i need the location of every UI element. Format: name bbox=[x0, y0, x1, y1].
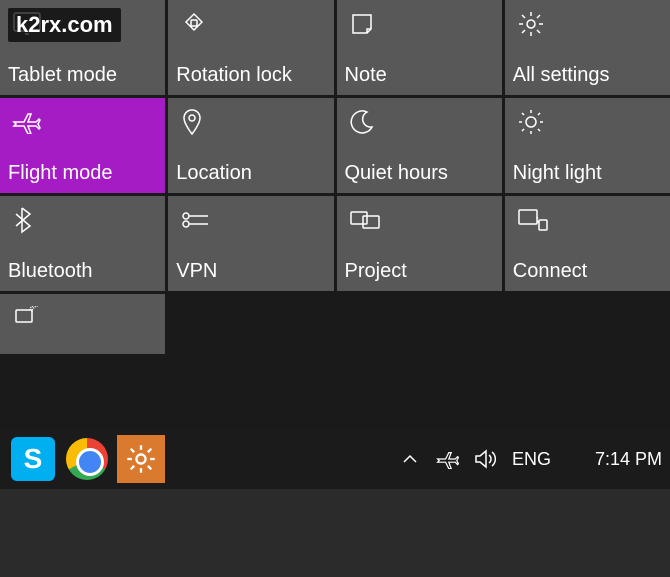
tile-label: All settings bbox=[513, 64, 662, 87]
taskbar-app-settings[interactable] bbox=[116, 434, 166, 484]
tile-night-light[interactable]: Night light bbox=[505, 98, 670, 193]
tray-chevron-up-icon[interactable] bbox=[398, 447, 422, 471]
taskbar-app-skype[interactable]: S bbox=[8, 434, 58, 484]
taskbar-app-chrome[interactable] bbox=[62, 434, 112, 484]
taskbar-apps: S bbox=[8, 434, 166, 484]
tile-connect[interactable]: Connect bbox=[505, 196, 670, 291]
action-center-panel: Tablet mode Rotation lock Note All setti… bbox=[0, 0, 670, 354]
tile-project[interactable]: Project bbox=[337, 196, 502, 291]
tile-label: Location bbox=[176, 162, 325, 185]
tile-location[interactable]: Location bbox=[168, 98, 333, 193]
network-icon bbox=[8, 302, 157, 334]
tile-bluetooth[interactable]: Bluetooth bbox=[0, 196, 165, 291]
tile-note[interactable]: Note bbox=[337, 0, 502, 95]
tile-label: Bluetooth bbox=[8, 260, 157, 283]
tile-network[interactable]: Network bbox=[0, 294, 165, 354]
watermark-badge: k2rx.com bbox=[8, 8, 121, 42]
tile-flight-mode[interactable]: Flight mode bbox=[0, 98, 165, 193]
rotation-lock-icon bbox=[176, 8, 325, 40]
tile-label: Project bbox=[345, 260, 494, 283]
tile-label: VPN bbox=[176, 260, 325, 283]
tile-label: Tablet mode bbox=[8, 64, 157, 87]
tile-label: Night light bbox=[513, 162, 662, 185]
tile-label: Rotation lock bbox=[176, 64, 325, 87]
gear-icon bbox=[513, 8, 662, 40]
sun-icon bbox=[513, 106, 662, 138]
note-icon bbox=[345, 8, 494, 40]
moon-icon bbox=[345, 106, 494, 138]
location-icon bbox=[176, 106, 325, 138]
vpn-icon bbox=[176, 204, 325, 236]
project-icon bbox=[345, 204, 494, 236]
taskbar: S ENG 7:14 PM bbox=[0, 429, 670, 489]
system-tray: ENG 7:14 PM bbox=[398, 447, 662, 471]
connect-icon bbox=[513, 204, 662, 236]
bluetooth-icon bbox=[8, 204, 157, 236]
tray-language[interactable]: ENG bbox=[512, 449, 551, 470]
airplane-icon bbox=[8, 106, 157, 138]
tray-airplane-icon[interactable] bbox=[436, 447, 460, 471]
tile-quiet-hours[interactable]: Quiet hours bbox=[337, 98, 502, 193]
tile-all-settings[interactable]: All settings bbox=[505, 0, 670, 95]
bottom-padding bbox=[0, 489, 670, 577]
tray-clock[interactable]: 7:14 PM bbox=[595, 449, 662, 470]
tile-label: Note bbox=[345, 64, 494, 87]
tile-vpn[interactable]: VPN bbox=[168, 196, 333, 291]
tile-label: Quiet hours bbox=[345, 162, 494, 185]
tile-label: Flight mode bbox=[8, 162, 157, 185]
tile-label: Connect bbox=[513, 260, 662, 283]
tray-volume-icon[interactable] bbox=[474, 447, 498, 471]
tile-rotation-lock[interactable]: Rotation lock bbox=[168, 0, 333, 95]
